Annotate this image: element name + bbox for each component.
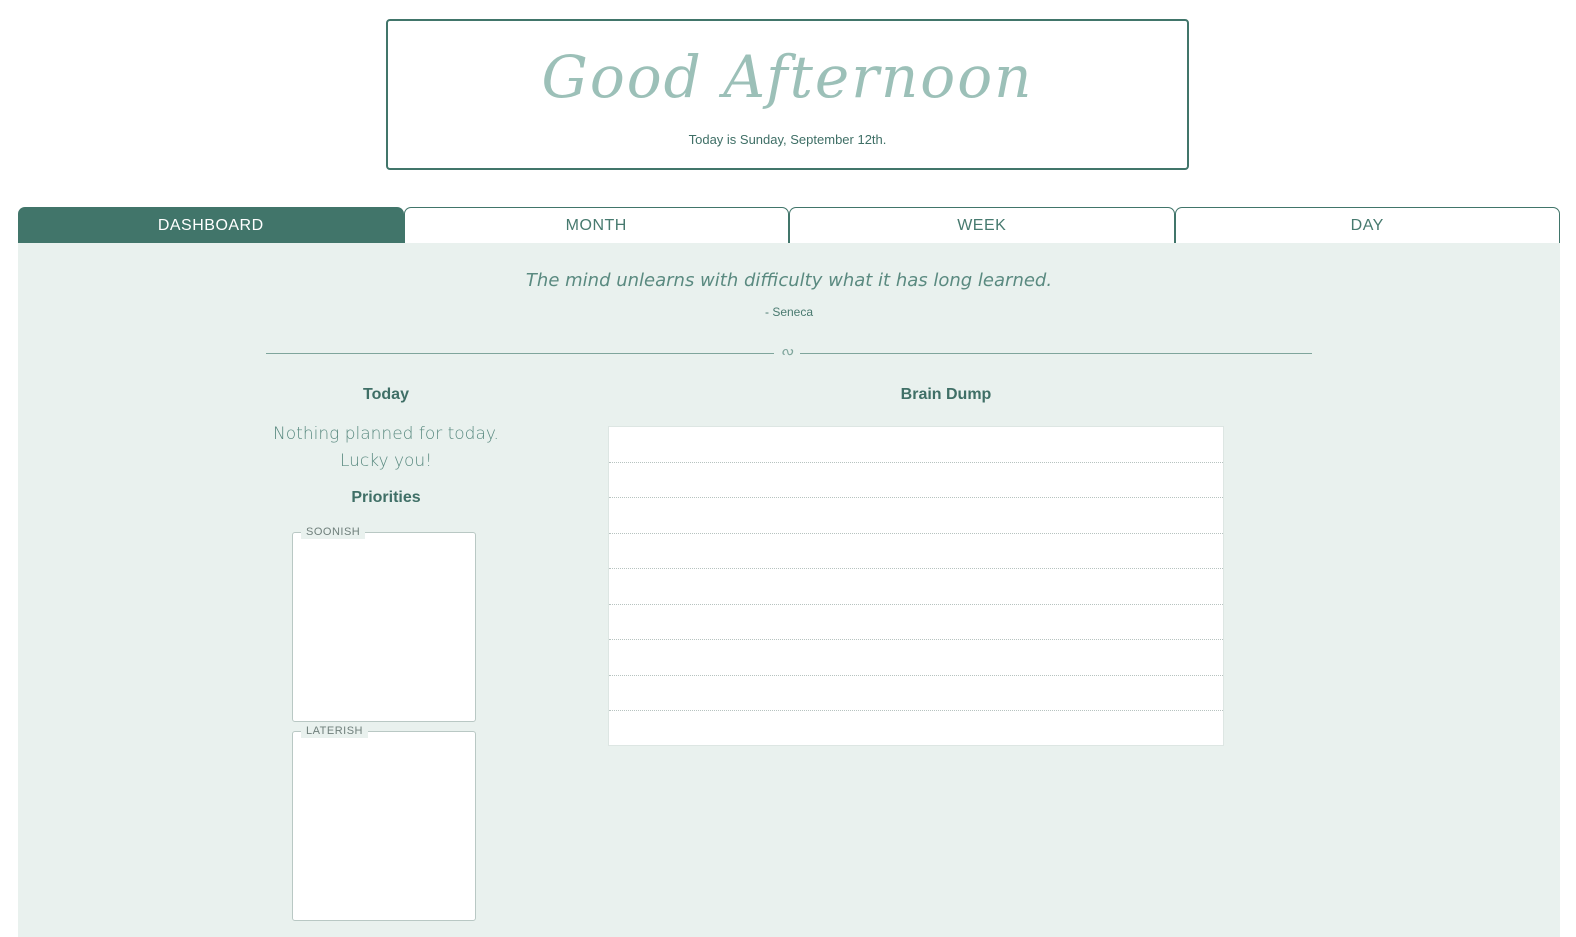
dashboard-panel: The mind unlearns with difficulty what i…	[18, 243, 1560, 937]
brain-dump-line[interactable]	[609, 534, 1223, 569]
tab-week[interactable]: WEEK	[789, 207, 1175, 243]
flourish-icon: ᔓ	[781, 344, 793, 359]
laterish-label: LATERISH	[301, 724, 368, 739]
tab-dashboard[interactable]: DASHBOARD	[18, 207, 404, 243]
tab-month[interactable]: MONTH	[403, 207, 789, 243]
brain-dump-line[interactable]	[609, 605, 1223, 640]
soonish-label: SOONISH	[301, 525, 366, 540]
divider-line-left	[266, 353, 774, 354]
brain-dump-line[interactable]	[609, 498, 1223, 534]
tab-bar: DASHBOARD MONTH WEEK DAY	[18, 207, 1560, 243]
greeting-date: Today is Sunday, September 12th.	[688, 132, 887, 147]
brain-dump-line[interactable]	[609, 427, 1223, 463]
laterish-textarea[interactable]: LATERISH	[292, 724, 476, 921]
brain-dump-notepad[interactable]	[608, 426, 1224, 746]
today-empty-message: Nothing planned for today. Lucky you!	[256, 421, 516, 475]
section-divider: ᔓ	[266, 344, 1312, 361]
today-empty-line-2: Lucky you!	[339, 451, 433, 471]
brain-dump-line[interactable]	[609, 711, 1223, 747]
priorities-heading: Priorities	[351, 489, 421, 506]
greeting-card: Good Afternoon Today is Sunday, Septembe…	[386, 19, 1189, 170]
brain-dump-line[interactable]	[609, 676, 1223, 711]
greeting-title: Good Afternoon	[541, 43, 1034, 111]
brain-dump-line[interactable]	[609, 569, 1223, 605]
brain-dump-line[interactable]	[609, 640, 1223, 676]
tab-day[interactable]: DAY	[1174, 207, 1560, 243]
today-heading: Today	[363, 386, 409, 403]
brain-dump-line[interactable]	[609, 463, 1223, 498]
brain-dump-heading: Brain Dump	[900, 386, 992, 403]
divider-line-right	[800, 353, 1312, 354]
quote-author: - Seneca	[764, 305, 814, 319]
quote-text: The mind unlearns with difficulty what i…	[525, 270, 1053, 291]
today-empty-line-1: Nothing planned for today.	[273, 424, 499, 444]
soonish-textarea[interactable]: SOONISH	[292, 525, 476, 722]
